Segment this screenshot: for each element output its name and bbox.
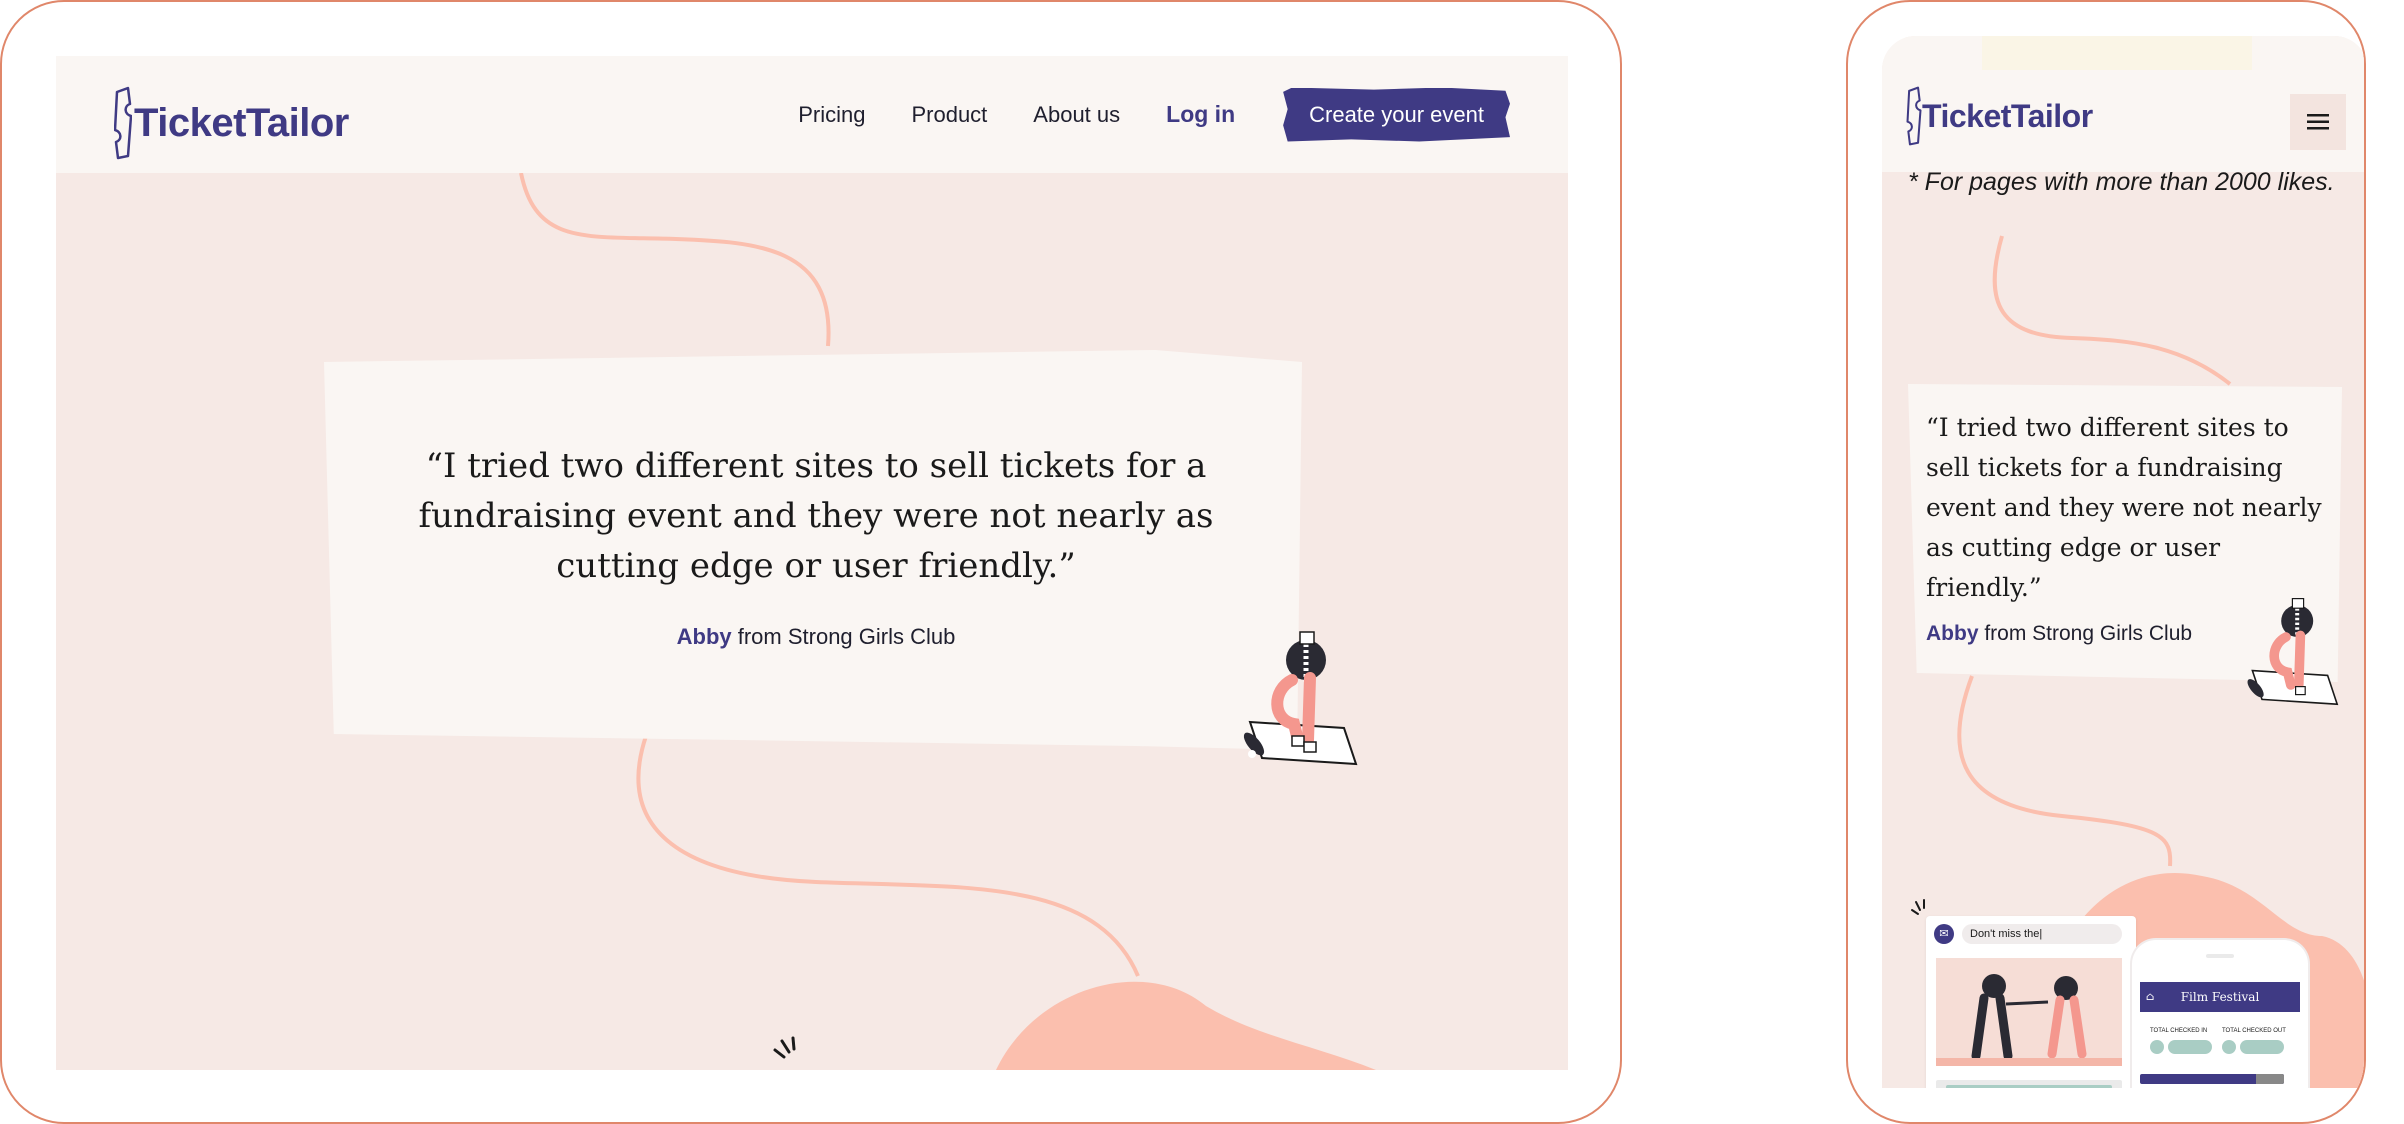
login-link[interactable]: Log in [1166,101,1235,128]
logo-wordmark: TicketTailor [134,100,349,145]
stat-dot [2150,1040,2164,1054]
desktop-screen: TicketTailor Pricing Product About us Lo… [56,56,1568,1070]
phone-app-header: ⌂ Film Festival [2140,982,2300,1012]
testimonial-author: Abby [676,624,732,649]
envelope-icon: ✉ [1934,924,1954,944]
testimonial-quote: “I tried two different sites to sell tic… [418,446,1214,586]
person-on-paper-illustration [1243,631,1358,766]
logo-wordmark: TicketTailor [1922,97,2093,134]
create-event-button[interactable]: Create your event [1283,87,1510,142]
likes-footnote: * For pages with more than 2000 likes. [1908,168,2335,196]
email-illustration [1936,958,2122,1066]
hamburger-icon [2307,114,2329,130]
checked-in-label: TOTAL CHECKED IN [2150,1028,2208,1034]
phone-app-title: Film Festival [2180,990,2260,1004]
mobile-top-navigation: TicketTailor [1882,36,2364,172]
nav-link-pricing[interactable]: Pricing [798,102,865,128]
email-subject-field: Don't miss the| [1962,924,2122,944]
testimonial-author: Abby [1926,622,1979,645]
testimonial-attribution: Abby from Strong Girls Club [396,624,1236,650]
announcement-bar [1982,36,2252,70]
testimonial-attribution: Abby from Strong Girls Club [1926,622,2192,646]
mobile-screen: TicketTailor * For pages with more than … [1882,36,2364,1088]
menu-button[interactable] [2290,94,2346,150]
phone-speaker [2206,954,2234,958]
nav-links: Pricing Product About us Log in Create y… [798,56,1568,173]
mobile-preview-frame: TicketTailor * For pages with more than … [1846,0,2366,1124]
testimonial-quote: “I tried two different sites to sell tic… [1926,413,2322,602]
ticket-tailor-logo[interactable]: TicketTailor [114,86,349,160]
people-illustration [1936,974,2122,1066]
desktop-preview-frame: TicketTailor Pricing Product About us Lo… [0,0,1622,1124]
checkin-progress-remaining [2256,1074,2284,1084]
nav-link-product[interactable]: Product [911,102,987,128]
ticket-logo-icon [114,86,132,160]
top-navigation: TicketTailor Pricing Product About us Lo… [56,56,1568,173]
email-bar: ✉ Don't miss the| [1934,924,2124,944]
ticket-logo-icon [1906,86,1922,146]
testimonial-org: from Strong Girls Club [1978,622,2193,645]
stat-pill [2168,1040,2212,1054]
ticket-tailor-logo[interactable]: TicketTailor [1906,86,2093,146]
stat-pill [2240,1040,2284,1054]
nav-link-about-us[interactable]: About us [1033,102,1120,128]
person-on-paper-illustration [2247,598,2339,706]
testimonial-org: from Strong Girls Club [731,624,956,649]
stat-dot [2222,1040,2236,1054]
checked-out-label: TOTAL CHECKED OUT [2222,1028,2286,1034]
email-progress-line [1936,1080,2122,1088]
phone-mockup: ⌂ Film Festival TOTAL CHECKED IN TOTAL C… [2132,940,2308,1088]
home-icon[interactable]: ⌂ [2146,982,2154,1012]
email-preview-mockup: ✉ Don't miss the| [1926,916,2136,1088]
